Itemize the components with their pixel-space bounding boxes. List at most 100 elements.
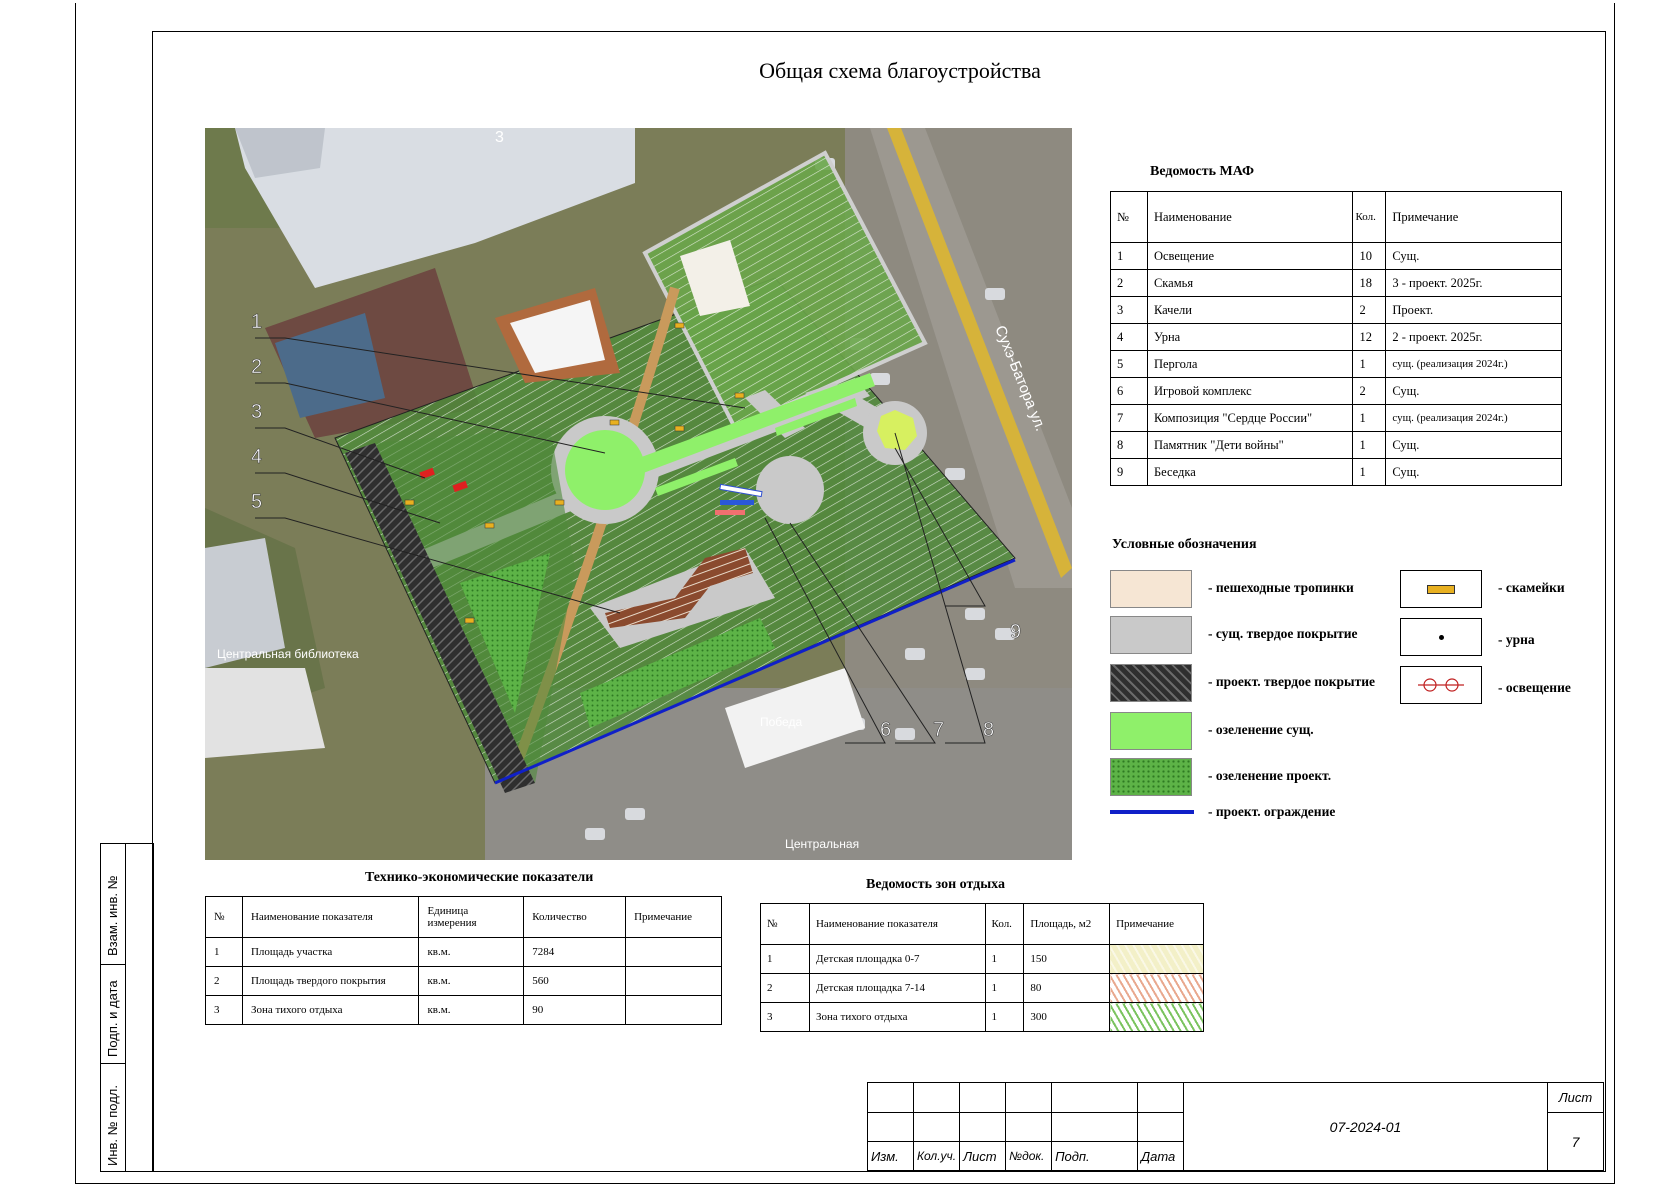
cell: Примечание bbox=[625, 896, 722, 938]
table-row: 1 Площадь участка кв.м. 7284 bbox=[205, 937, 722, 967]
library-label: Центральная библиотека bbox=[217, 647, 359, 661]
callout-7: 7 bbox=[933, 719, 944, 741]
legend-label: - проект. ограждение bbox=[1208, 804, 1336, 819]
cell: 2 bbox=[760, 973, 810, 1003]
legend: - пешеходные тропинки - сущ. твердое пок… bbox=[1110, 570, 1610, 840]
cell: 2 bbox=[1352, 377, 1387, 405]
document-code: 07-2024-01 bbox=[1182, 1082, 1549, 1171]
cell: № bbox=[205, 896, 243, 938]
zones-table: № Наименование показателя Кол. Площадь, … bbox=[760, 903, 1204, 1032]
table-row: 2 Площадь твердого покрытия кв.м. 560 bbox=[205, 966, 722, 996]
cell: Детская площадка 7-14 bbox=[808, 973, 986, 1003]
round-plaza bbox=[756, 456, 824, 524]
zone-swatch bbox=[1109, 1002, 1204, 1032]
cell: № bbox=[760, 903, 810, 945]
sheet-number: 7 bbox=[1547, 1112, 1604, 1171]
stamp-col-date: Дата bbox=[1136, 1141, 1184, 1171]
cell: кв.м. bbox=[418, 966, 525, 996]
cell: Пергола bbox=[1146, 350, 1354, 378]
cell: Сущ. bbox=[1385, 377, 1562, 405]
table-row: 4 Урна 12 2 - проект. 2025г. bbox=[1110, 323, 1562, 351]
stamp-col-change: Изм. bbox=[867, 1141, 914, 1171]
cell: Сущ. bbox=[1385, 242, 1562, 270]
swatch-existing-surface bbox=[1110, 616, 1192, 654]
maf-table: № Наименование Кол. Примечание 1 Освещени… bbox=[1110, 191, 1562, 486]
cell: 18 bbox=[1352, 269, 1387, 297]
cell: Площадь твердого покрытия bbox=[241, 966, 420, 996]
cell: Единица измерения bbox=[418, 896, 525, 938]
cell: 5 bbox=[1110, 350, 1148, 378]
cell: Игровой комплекс bbox=[1146, 377, 1354, 405]
table-row: 3 Зона тихого отдыха кв.м. 90 bbox=[205, 995, 722, 1025]
cell: 4 bbox=[1110, 323, 1148, 351]
cell: Урна bbox=[1146, 323, 1354, 351]
table-row: 2 Детская площадка 7-14 1 80 bbox=[760, 973, 1204, 1003]
pobeda-label: Победа bbox=[760, 715, 802, 729]
cell: Скамья bbox=[1146, 269, 1354, 297]
tep-title: Технико-экономические показатели bbox=[365, 870, 594, 885]
table-row: 8 Памятник "Дети войны" 1 Сущ. bbox=[1110, 431, 1562, 459]
tep-table: № Наименование показателя Единица измере… bbox=[205, 896, 722, 1025]
zone-swatch bbox=[1109, 973, 1204, 1003]
legend-label: - озеленение проект. bbox=[1208, 768, 1332, 783]
table-row: 3 Зона тихого отдыха 1 300 bbox=[760, 1002, 1204, 1032]
callout-2: 2 bbox=[251, 356, 262, 378]
cell bbox=[625, 937, 722, 967]
cell: 150 bbox=[1023, 944, 1111, 974]
table-row: 5 Пергола 1 сущ. (реализация 2024г.) bbox=[1110, 350, 1562, 378]
cell: Детская площадка 0-7 bbox=[808, 944, 986, 974]
table-row: 6 Игровой комплекс 2 Сущ. bbox=[1110, 377, 1562, 405]
cell: 2 bbox=[1352, 296, 1387, 324]
cell: 1 bbox=[1352, 404, 1387, 432]
stamp-col-doc: №док. bbox=[1005, 1141, 1053, 1171]
urn-symbol bbox=[1400, 618, 1482, 656]
cell: 1 bbox=[205, 937, 243, 967]
cell: 560 bbox=[523, 966, 627, 996]
cell: 9 bbox=[1110, 458, 1148, 486]
maf-header-name: Наименование bbox=[1146, 191, 1354, 243]
maf-header-num: № bbox=[1110, 191, 1148, 243]
cell: 1 bbox=[984, 1002, 1025, 1032]
side-label-replacement: Взам. инв. № bbox=[105, 875, 120, 956]
cell: 6 bbox=[1110, 377, 1148, 405]
stamp-col-sheet: Лист bbox=[959, 1141, 1007, 1171]
cell: сущ. (реализация 2024г.) bbox=[1385, 350, 1562, 378]
maf-title: Ведомость МАФ bbox=[1150, 164, 1254, 179]
legend-title: Условные обозначения bbox=[1112, 537, 1257, 552]
cell: 300 bbox=[1023, 1002, 1111, 1032]
callout-5: 5 bbox=[251, 491, 262, 513]
side-label-inventory: Инв. № подл. bbox=[105, 1085, 120, 1166]
cell: кв.м. bbox=[418, 995, 525, 1025]
cell: 3 bbox=[205, 995, 243, 1025]
legend-label: - урна bbox=[1498, 632, 1535, 647]
cell bbox=[625, 966, 722, 996]
cell: Проект. bbox=[1385, 296, 1562, 324]
cell: Памятник "Дети войны" bbox=[1146, 431, 1354, 459]
swatch-fence bbox=[1110, 810, 1194, 814]
table-row: 2 Скамья 18 3 - проект. 2025г. bbox=[1110, 269, 1562, 297]
cell: 1 bbox=[984, 973, 1025, 1003]
site-plan: 3 Центральная библиотека Победа Централь… bbox=[205, 128, 1072, 860]
site-plan-drawing: 3 Центральная библиотека Победа Централь… bbox=[205, 128, 1072, 860]
callout-4: 4 bbox=[251, 446, 262, 468]
callout-6: 6 bbox=[880, 719, 891, 741]
cell: Сущ. bbox=[1385, 458, 1562, 486]
callout-1: 1 bbox=[251, 311, 262, 333]
cell: 1 bbox=[1352, 350, 1387, 378]
urn-icon bbox=[1438, 634, 1444, 640]
cell: 1 bbox=[1110, 242, 1148, 270]
bench-symbol bbox=[1400, 570, 1482, 608]
maf-header-qty: Кол. bbox=[1352, 191, 1387, 243]
legend-label: - проект. твердое покрытие bbox=[1208, 674, 1375, 689]
cell: 80 bbox=[1023, 973, 1111, 1003]
cell: Беседка bbox=[1146, 458, 1354, 486]
swatch-projected-surface bbox=[1110, 664, 1192, 702]
cell: Площадь, м2 bbox=[1023, 903, 1111, 945]
side-stamp: Взам. инв. № Подп. и дата Инв. № подл. bbox=[100, 843, 154, 1172]
zone-swatch bbox=[1109, 944, 1204, 974]
side-label-signature: Подп. и дата bbox=[105, 980, 120, 1057]
swatch-footpath bbox=[1110, 570, 1192, 608]
maf-header-row: № Наименование Кол. Примечание bbox=[1110, 191, 1562, 243]
cell: кв.м. bbox=[418, 937, 525, 967]
table-row: 1 Детская площадка 0-7 1 150 bbox=[760, 944, 1204, 974]
